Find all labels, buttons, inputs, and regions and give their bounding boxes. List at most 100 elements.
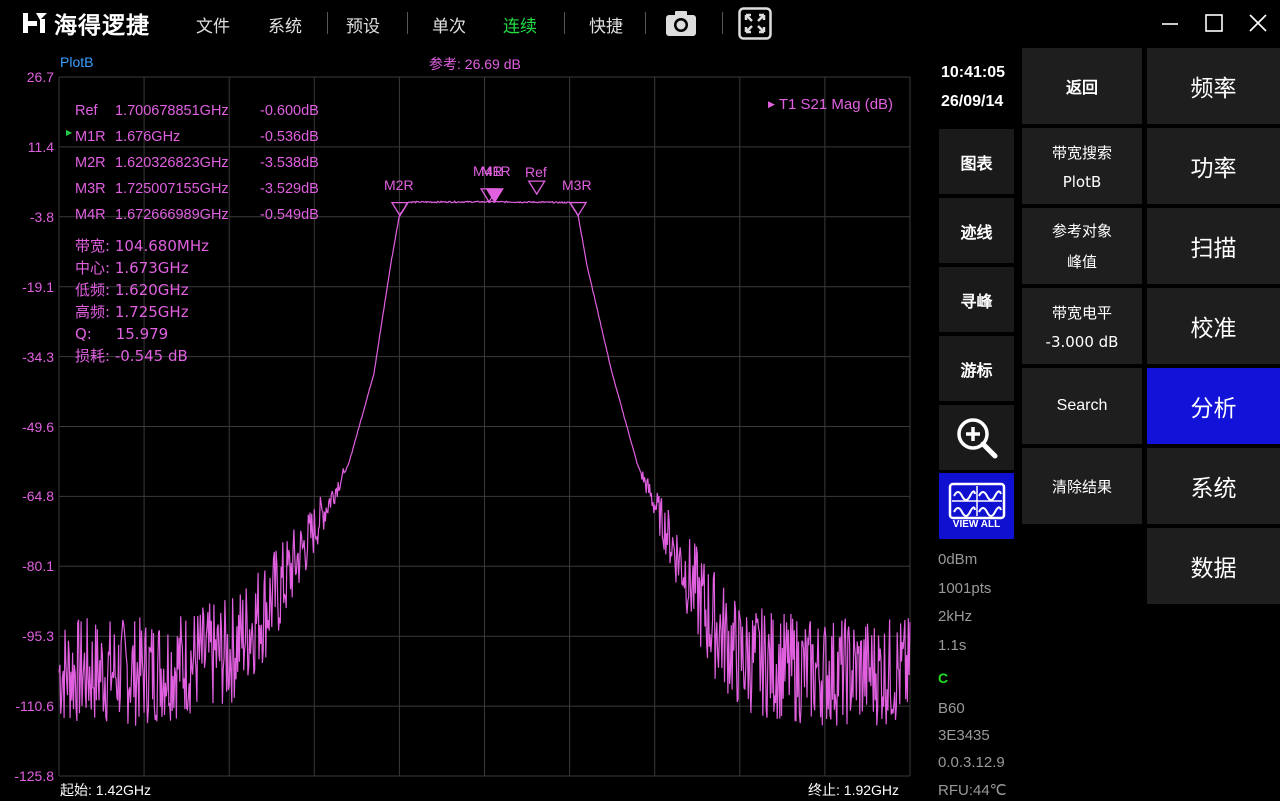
y-tick-label: -80.1 xyxy=(22,558,54,575)
marker-name: M3R xyxy=(75,181,106,197)
y-tick-label: -95.3 xyxy=(22,628,54,645)
marker-name: Ref xyxy=(75,103,98,119)
close-icon[interactable] xyxy=(1245,10,1271,36)
status-power: 0dBm xyxy=(938,551,978,568)
button-value: 峰值 xyxy=(1066,253,1097,271)
view-all-button[interactable]: VIEW ALL xyxy=(939,473,1014,539)
back-button[interactable]: 返回 xyxy=(1022,48,1142,124)
zoom-button[interactable] xyxy=(939,405,1014,470)
bandwidth-results: 带宽: 104.680MHz 中心: 1.673GHz 低频: 1.620GHz… xyxy=(75,235,295,367)
marker-freq: 1.672666989GHz xyxy=(115,207,229,223)
marker-row: M3R 1.725007155GHz -3.529dB xyxy=(66,181,366,207)
result-label: 低频: xyxy=(75,281,111,299)
marker-ref[interactable] xyxy=(527,180,546,196)
result-label: Q: xyxy=(75,325,92,343)
button-value: PlotB xyxy=(1062,172,1102,191)
stop-frequency[interactable]: 终止: 1.92GHz xyxy=(808,780,899,800)
marker-freq: 1.725007155GHz xyxy=(115,181,229,197)
y-tick-label: -110.6 xyxy=(15,698,54,715)
status-points: 1001pts xyxy=(938,580,992,597)
clock-date: 26/09/14 xyxy=(941,93,1004,110)
side-button-trace[interactable]: 迹线 xyxy=(939,198,1014,263)
view-all-label: VIEW ALL xyxy=(952,519,1001,530)
bandwidth-search-button[interactable]: 带宽搜索 PlotB xyxy=(1022,128,1142,204)
y-tick-label: -64.8 xyxy=(22,488,54,505)
marker-name: M2R xyxy=(75,155,106,171)
status-calibration: C xyxy=(938,670,949,686)
menu-analysis[interactable]: 分析 xyxy=(1147,368,1280,444)
marker-row: M2R 1.620326823GHz -3.538dB xyxy=(66,155,366,181)
trace-label-text: T1 S21 Mag (dB) xyxy=(778,96,894,113)
trace-label[interactable]: ▶ T1 S21 Mag (dB) xyxy=(768,96,893,113)
marker-name: M4R xyxy=(75,207,106,223)
trace-indicator-icon: ▶ xyxy=(768,99,775,109)
reference-object-button[interactable]: 参考对象 峰值 xyxy=(1022,208,1142,284)
menu-frequency[interactable]: 频率 xyxy=(1147,48,1280,124)
side-button-cursor[interactable]: 游标 xyxy=(939,336,1014,401)
menu-system-right[interactable]: 系统 xyxy=(1147,448,1280,524)
marker-value: -0.536dB xyxy=(260,129,319,145)
status-ifbw: 2kHz xyxy=(938,608,973,625)
menu-power[interactable]: 功率 xyxy=(1147,128,1280,204)
status-serial: 3E3435 xyxy=(938,727,990,744)
marker-freq: 1.620326823GHz xyxy=(115,155,229,171)
side-button-peak[interactable]: 寻峰 xyxy=(939,267,1014,332)
bandwidth-level-button[interactable]: 带宽电平 -3.000 dB xyxy=(1022,288,1142,364)
y-tick-label: -125.8 xyxy=(14,768,54,784)
y-tick-label: -49.6 xyxy=(22,418,54,435)
minimize-icon[interactable] xyxy=(1157,10,1183,36)
search-button[interactable]: Search xyxy=(1022,368,1142,444)
result-row: 带宽: 104.680MHz xyxy=(75,235,295,257)
button-value: -3.000 dB xyxy=(1045,332,1119,351)
result-value: 104.680MHz xyxy=(114,237,209,255)
marker-name: M1R xyxy=(75,129,106,145)
marker-m3r[interactable] xyxy=(568,201,588,217)
status-rfu-temp: RFU:44℃ xyxy=(938,782,1007,799)
result-row: 中心: 1.673GHz xyxy=(75,257,295,279)
button-label: 参考对象 xyxy=(1051,222,1112,240)
status-sweep-time: 1.1s xyxy=(938,637,967,654)
y-tick-label: 26.7 xyxy=(26,69,54,85)
result-label: 带宽: xyxy=(75,237,111,255)
button-label: 带宽电平 xyxy=(1051,303,1112,322)
marker-m1r[interactable] xyxy=(485,188,504,204)
result-value: 15.979 xyxy=(115,325,169,343)
status-version: 0.0.3.12.9 xyxy=(938,754,1005,771)
marker-tag-ref: Ref xyxy=(525,164,547,180)
maximize-icon[interactable] xyxy=(1201,10,1227,36)
clock-time: 10:41:05 xyxy=(941,64,1006,81)
result-row: Q: 15.979 xyxy=(75,323,295,345)
zoom-in-icon xyxy=(956,417,997,458)
status-model: B60 xyxy=(938,700,965,717)
marker-value: -0.600dB xyxy=(260,103,319,119)
marker-freq: 1.676GHz xyxy=(115,129,181,145)
marker-value: -0.549dB xyxy=(260,207,319,223)
result-value: -0.545 dB xyxy=(114,347,188,365)
start-frequency[interactable]: 起始: 1.42GHz xyxy=(60,780,151,800)
button-label: 清除结果 xyxy=(1051,477,1112,496)
result-label: 损耗: xyxy=(75,347,111,365)
side-button-chart[interactable]: 图表 xyxy=(939,129,1014,194)
y-tick-label: -3.8 xyxy=(29,208,54,225)
result-label: 中心: xyxy=(75,259,111,277)
result-value: 1.620GHz xyxy=(114,281,189,299)
result-value: 1.725GHz xyxy=(114,303,189,321)
marker-table: Ref 1.700678851GHz -0.600dB ▶ M1R 1.676G… xyxy=(66,103,366,233)
result-row: 高频: 1.725GHz xyxy=(75,301,295,323)
menu-data[interactable]: 数据 xyxy=(1147,528,1280,604)
marker-freq: 1.700678851GHz xyxy=(115,103,229,119)
marker-tag-m3r: M3R xyxy=(562,177,592,193)
marker-value: -3.529dB xyxy=(260,181,319,197)
button-label: 带宽搜索 xyxy=(1051,143,1112,162)
menu-calibration[interactable]: 校准 xyxy=(1147,288,1280,364)
y-tick-label: -34.3 xyxy=(22,348,54,365)
view-all-icon xyxy=(948,482,1005,520)
back-label: 返回 xyxy=(1065,78,1098,97)
clear-results-button[interactable]: 清除结果 xyxy=(1022,448,1142,524)
menu-sweep[interactable]: 扫描 xyxy=(1147,208,1280,284)
marker-tag-m2r: M2R xyxy=(384,177,414,193)
marker-glyphs xyxy=(390,180,588,217)
y-tick-label: -19.1 xyxy=(22,278,54,295)
result-row: 低频: 1.620GHz xyxy=(75,279,295,301)
marker-value: -3.538dB xyxy=(260,155,319,171)
